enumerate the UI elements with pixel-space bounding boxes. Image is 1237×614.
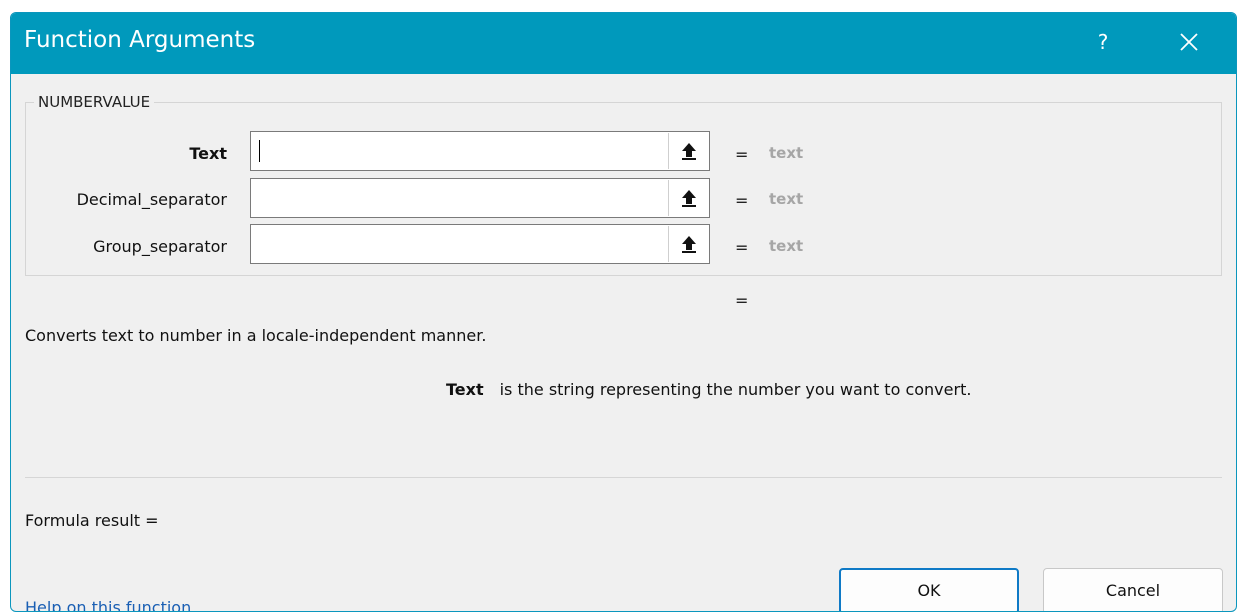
arg-input-text[interactable] xyxy=(250,131,710,171)
argument-help-text: is the string representing the number yo… xyxy=(499,380,972,399)
function-result-equals: = xyxy=(735,291,749,310)
title-bar: Function Arguments ? xyxy=(11,13,1236,74)
function-name: NUMBERVALUE xyxy=(34,93,155,111)
arg-equals-text: = xyxy=(735,145,749,164)
function-arguments-dialog: Function Arguments ? NUMBERVALUE Text = … xyxy=(10,12,1237,612)
divider xyxy=(25,477,1222,478)
argument-help-name: Text xyxy=(446,380,484,399)
function-description: Converts text to number in a locale-inde… xyxy=(25,326,487,345)
upload-arrow-icon xyxy=(682,236,696,253)
help-on-function-link[interactable]: Help on this function xyxy=(25,598,191,611)
collapse-dialog-button[interactable] xyxy=(668,133,708,169)
arg-input-decimal-separator[interactable] xyxy=(250,178,710,218)
collapse-dialog-button[interactable] xyxy=(668,226,708,262)
arg-label-text: Text xyxy=(189,144,227,163)
arg-result-decimal-separator: text xyxy=(769,190,804,208)
close-icon xyxy=(1180,33,1198,51)
collapse-dialog-button[interactable] xyxy=(668,180,708,216)
arg-label-group-separator: Group_separator xyxy=(93,237,227,256)
cancel-button[interactable]: Cancel xyxy=(1043,568,1223,611)
upload-arrow-icon xyxy=(682,143,696,160)
dialog-title: Function Arguments xyxy=(24,27,256,53)
arg-label-decimal-separator: Decimal_separator xyxy=(76,190,227,209)
text-cursor xyxy=(259,140,260,162)
upload-arrow-icon xyxy=(682,190,696,207)
arg-equals-group-separator: = xyxy=(735,238,749,257)
arg-input-group-separator[interactable] xyxy=(250,224,710,264)
argument-help: Text is the string representing the numbe… xyxy=(446,380,971,399)
arg-result-group-separator: text xyxy=(769,237,804,255)
ok-button[interactable]: OK xyxy=(839,568,1019,611)
arg-equals-decimal-separator: = xyxy=(735,191,749,210)
arg-result-text: text xyxy=(769,144,804,162)
formula-result: Formula result = xyxy=(25,511,159,530)
close-button[interactable] xyxy=(1174,27,1204,57)
help-button[interactable]: ? xyxy=(1091,27,1115,57)
